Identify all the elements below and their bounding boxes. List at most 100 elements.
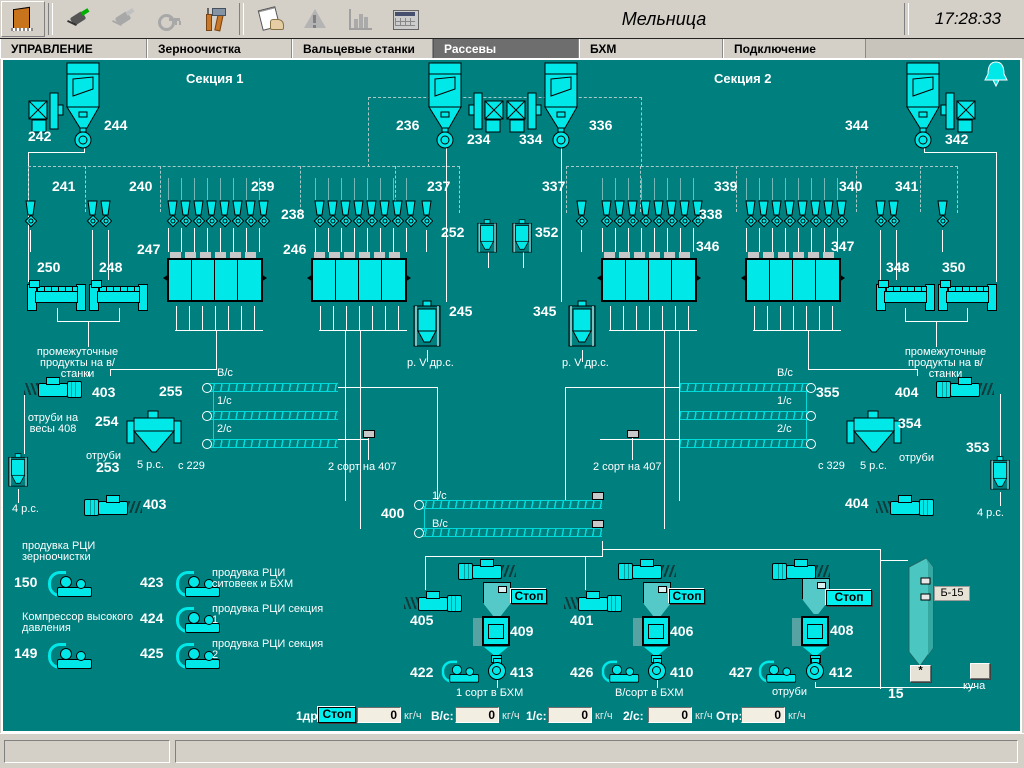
label-куча-91: куча <box>963 680 985 692</box>
hopper-409[interactable] <box>483 582 511 620</box>
compressor-426[interactable] <box>600 658 639 684</box>
cyclone-237[interactable] <box>420 200 433 230</box>
weigher-409[interactable] <box>482 616 512 664</box>
hopper-354[interactable] <box>846 410 902 454</box>
sifter-346[interactable] <box>601 252 697 302</box>
silo-star-button[interactable]: * <box>910 665 931 682</box>
fan-unit-342[interactable] <box>940 92 976 134</box>
flow-stop-button-0[interactable]: Стоп <box>318 707 356 723</box>
stop-button-0[interactable]: Стоп <box>511 589 547 604</box>
stop-button-2[interactable]: Стоп <box>826 590 872 606</box>
valve-413[interactable] <box>488 658 506 680</box>
alarm-warning-button[interactable] <box>293 1 337 37</box>
screw-355-2s[interactable] <box>680 439 812 449</box>
hopper-344[interactable] <box>906 62 940 154</box>
elevator-252[interactable] <box>477 219 497 256</box>
label-238-13: 238 <box>281 206 304 222</box>
tab-рассевы[interactable]: Рассевы <box>433 39 579 59</box>
valve-410[interactable] <box>648 658 666 680</box>
cyclones-339[interactable] <box>744 200 848 230</box>
elevator-352[interactable] <box>512 219 532 256</box>
disconnect-plug-button[interactable] <box>102 1 146 37</box>
label-1-с-70: 1/с <box>432 490 447 502</box>
silo-B15[interactable] <box>906 556 936 670</box>
report-button[interactable] <box>248 1 292 37</box>
tab-подключение[interactable]: Подключение <box>723 39 866 59</box>
elevator-245[interactable] <box>413 300 441 352</box>
group-frame-divider-1 <box>160 166 161 212</box>
label-продувка-рци-секция-2-87: продувка РЦИ секция 2 <box>212 639 330 661</box>
label-236-4: 236 <box>396 117 419 133</box>
label-248-27: 248 <box>99 259 122 275</box>
sifter-247[interactable] <box>167 252 263 302</box>
tab-управление[interactable]: УПРАВЛЕНИЕ <box>0 39 147 59</box>
screw-255-vs[interactable] <box>206 383 338 393</box>
elevator-345[interactable] <box>568 300 596 352</box>
roller-350[interactable] <box>938 280 996 310</box>
label-2-сорт-на-407-68: 2 сорт на 407 <box>328 461 397 473</box>
feed-screw-406[interactable] <box>618 556 676 580</box>
connect-plug-button[interactable] <box>57 1 101 37</box>
cyclones-338[interactable] <box>600 200 704 230</box>
feed-screw-408[interactable] <box>772 556 830 580</box>
label-423-44: 423 <box>140 574 163 590</box>
fan-unit-234[interactable] <box>468 92 504 134</box>
conveyor-405[interactable] <box>404 588 462 612</box>
roller-250[interactable] <box>27 280 85 310</box>
trends-chart-button[interactable] <box>338 1 382 37</box>
conveyor-404-lower[interactable] <box>876 492 934 516</box>
elevator-253[interactable] <box>8 453 28 490</box>
cyclones-239[interactable] <box>313 200 417 230</box>
alarm-bell-icon[interactable] <box>982 60 1010 88</box>
pipe-line-29 <box>808 331 809 369</box>
cyclones-241[interactable] <box>86 200 112 230</box>
feed-screw-409[interactable] <box>458 556 516 580</box>
screw-255-1s[interactable] <box>206 411 338 421</box>
screw-355-vs[interactable] <box>680 383 812 393</box>
elevator-353[interactable] <box>990 456 1010 493</box>
weigher-406[interactable] <box>642 616 672 664</box>
hopper-406[interactable] <box>643 582 671 620</box>
tab-зерноочистка[interactable]: Зерноочистка <box>147 39 292 59</box>
settings-panel-button[interactable] <box>383 1 427 37</box>
tag-2sort-2[interactable] <box>627 430 639 438</box>
tab-вальцевые-станки[interactable]: Вальцевые станки <box>292 39 433 59</box>
compressor-422[interactable] <box>440 658 479 684</box>
exit-door-button[interactable] <box>1 1 45 37</box>
hopper-254[interactable] <box>126 410 182 454</box>
tools-button[interactable] <box>192 1 236 37</box>
weigher-408[interactable] <box>801 616 831 664</box>
fan-unit-334[interactable] <box>506 92 542 134</box>
roller-348[interactable] <box>876 280 934 310</box>
kucha-button[interactable] <box>970 663 990 679</box>
compressor-427[interactable] <box>757 658 796 684</box>
hopper-334[interactable] <box>544 62 578 154</box>
cyclones-240[interactable] <box>166 200 270 230</box>
cyclone-341a[interactable] <box>936 200 949 230</box>
screw-355-1s[interactable] <box>680 411 812 421</box>
sifter-347[interactable] <box>745 252 841 302</box>
compressor-149[interactable] <box>46 640 92 670</box>
tab-бхм[interactable]: БХМ <box>579 39 723 59</box>
stop-button-1[interactable]: Стоп <box>669 589 705 604</box>
cyclone-241a[interactable] <box>24 200 37 230</box>
compressor-150[interactable] <box>46 568 92 598</box>
label-149-45: 149 <box>14 645 37 661</box>
roller-248[interactable] <box>89 280 147 310</box>
drop-lines-2 <box>602 228 696 252</box>
hopper-244[interactable] <box>66 62 100 154</box>
pipe-line-63 <box>581 230 582 252</box>
pipe-line-9 <box>18 489 19 503</box>
drop-lines-3 <box>746 228 840 252</box>
key-button[interactable] <box>147 1 191 37</box>
sifter-246[interactable] <box>311 252 407 302</box>
cyclones-341[interactable] <box>874 200 900 230</box>
screw-255-2s[interactable] <box>206 439 338 449</box>
tag-2sort-1[interactable] <box>363 430 375 438</box>
conveyor-403-lower[interactable] <box>84 492 142 516</box>
label-336-7: 336 <box>589 117 612 133</box>
conveyor-401[interactable] <box>564 588 622 612</box>
valve-412[interactable] <box>806 658 824 680</box>
hopper-236[interactable] <box>428 62 462 154</box>
cyclone-337[interactable] <box>575 200 588 230</box>
